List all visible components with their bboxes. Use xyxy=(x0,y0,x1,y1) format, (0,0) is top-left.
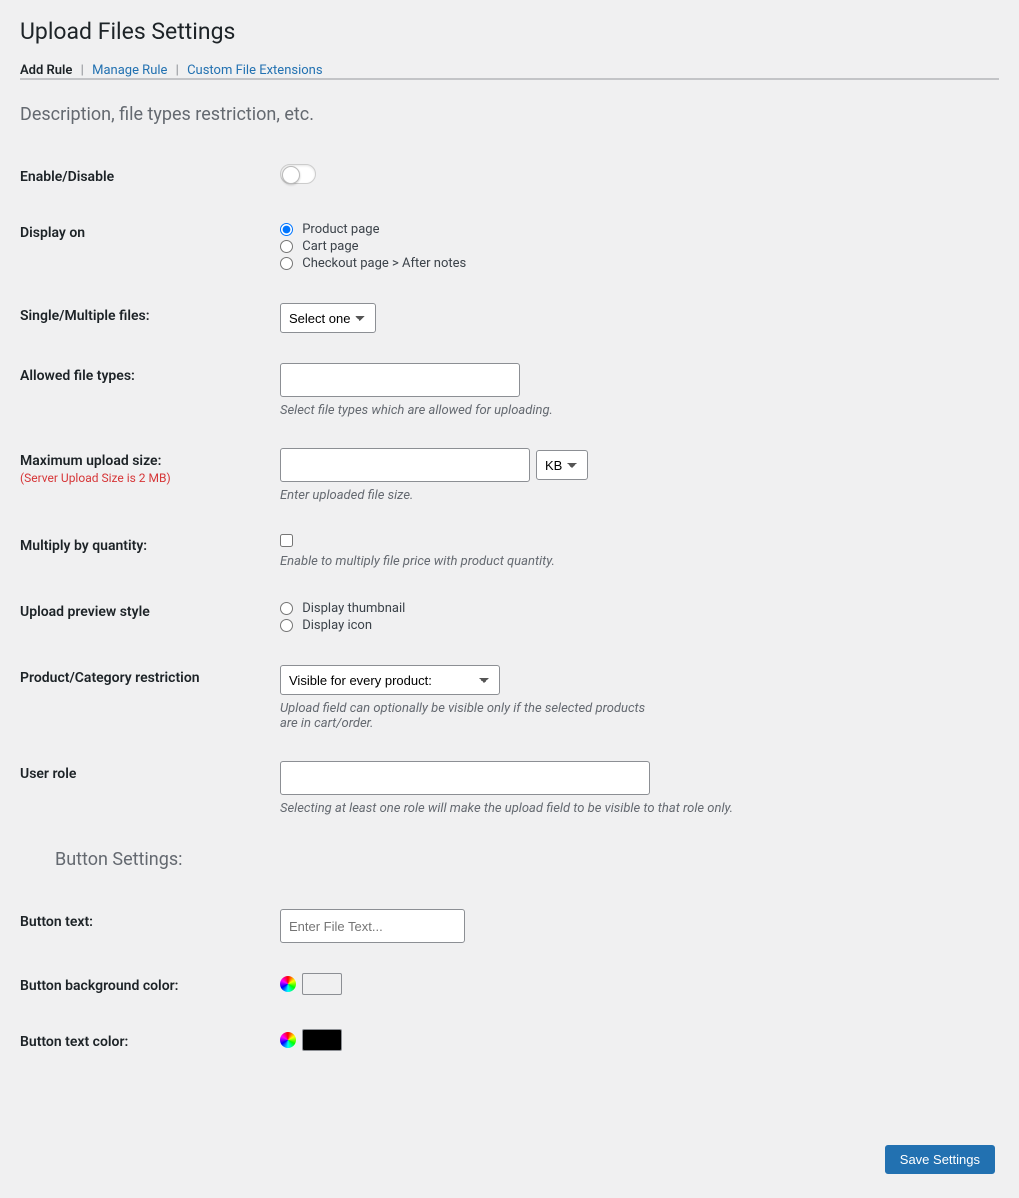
user-role-desc: Selecting at least one role will make th… xyxy=(280,801,989,816)
allowed-types-input[interactable] xyxy=(280,363,520,397)
allowed-types-desc: Select file types which are allowed for … xyxy=(280,403,989,418)
single-multiple-select[interactable]: Select one xyxy=(280,303,376,333)
display-on-cart[interactable]: Cart page xyxy=(280,239,989,254)
preview-icon-radio[interactable] xyxy=(280,619,293,632)
display-on-product-text: Product page xyxy=(302,222,379,237)
button-text-color-swatch[interactable] xyxy=(302,1029,342,1051)
preview-icon[interactable]: Display icon xyxy=(280,618,989,633)
multiply-label: Multiply by quantity: xyxy=(20,518,270,584)
display-on-checkout-radio[interactable] xyxy=(280,257,293,270)
enable-disable-label: Enable/Disable xyxy=(20,149,270,205)
section-description-title: Description, file types restriction, etc… xyxy=(20,104,999,125)
preview-thumbnail[interactable]: Display thumbnail xyxy=(280,601,989,616)
user-role-input[interactable] xyxy=(280,761,650,795)
section-button-title: Button Settings: xyxy=(55,849,999,870)
tab-manage-rule[interactable]: Manage Rule xyxy=(92,63,167,78)
display-on-product[interactable]: Product page xyxy=(280,222,989,237)
display-on-cart-radio[interactable] xyxy=(280,240,293,253)
max-size-server-note: (Server Upload Size is 2 MB) xyxy=(20,471,260,485)
preview-thumbnail-text: Display thumbnail xyxy=(302,601,405,616)
page-title: Upload Files Settings xyxy=(20,18,999,45)
allowed-types-label: Allowed file types: xyxy=(20,348,270,433)
tabs-nav: Add Rule | Manage Rule | Custom File Ext… xyxy=(20,63,999,79)
user-role-label: User role xyxy=(20,746,270,831)
display-on-label: Display on xyxy=(20,205,270,288)
display-on-checkout-text: Checkout page > After notes xyxy=(302,256,466,271)
button-bg-color-swatch[interactable] xyxy=(302,973,342,995)
max-size-input[interactable] xyxy=(280,448,530,482)
tab-separator: | xyxy=(176,63,179,78)
button-text-input[interactable] xyxy=(280,909,465,943)
tab-separator: | xyxy=(81,63,84,78)
max-size-desc: Enter uploaded file size. xyxy=(280,488,989,503)
tab-add-rule[interactable]: Add Rule xyxy=(20,63,72,78)
enable-disable-toggle[interactable] xyxy=(280,164,316,184)
button-bg-color-label: Button background color: xyxy=(20,958,270,1014)
preview-icon-text: Display icon xyxy=(302,618,372,633)
restriction-label: Product/Category restriction xyxy=(20,650,270,746)
button-text-label: Button text: xyxy=(20,894,270,958)
restriction-select[interactable]: Visible for every product: xyxy=(280,665,500,695)
button-text-color-label: Button text color: xyxy=(20,1014,270,1070)
multiply-desc: Enable to multiply file price with produ… xyxy=(280,554,989,569)
display-on-product-radio[interactable] xyxy=(280,223,293,236)
tab-custom-extensions[interactable]: Custom File Extensions xyxy=(187,63,322,78)
display-on-checkout[interactable]: Checkout page > After notes xyxy=(280,256,989,271)
color-wheel-icon xyxy=(280,1032,296,1048)
max-size-label-cell: Maximum upload size: (Server Upload Size… xyxy=(20,433,270,518)
color-wheel-icon xyxy=(280,976,296,992)
single-multiple-label: Single/Multiple files: xyxy=(20,288,270,348)
multiply-checkbox[interactable] xyxy=(280,534,293,547)
display-on-cart-text: Cart page xyxy=(302,239,358,254)
preview-thumbnail-radio[interactable] xyxy=(280,602,293,615)
save-settings-button[interactable]: Save Settings xyxy=(885,1145,995,1174)
restriction-desc: Upload field can optionally be visible o… xyxy=(280,701,650,731)
max-size-label: Maximum upload size: xyxy=(20,453,161,469)
preview-style-label: Upload preview style xyxy=(20,584,270,650)
max-size-unit-select[interactable]: KB xyxy=(536,450,588,480)
